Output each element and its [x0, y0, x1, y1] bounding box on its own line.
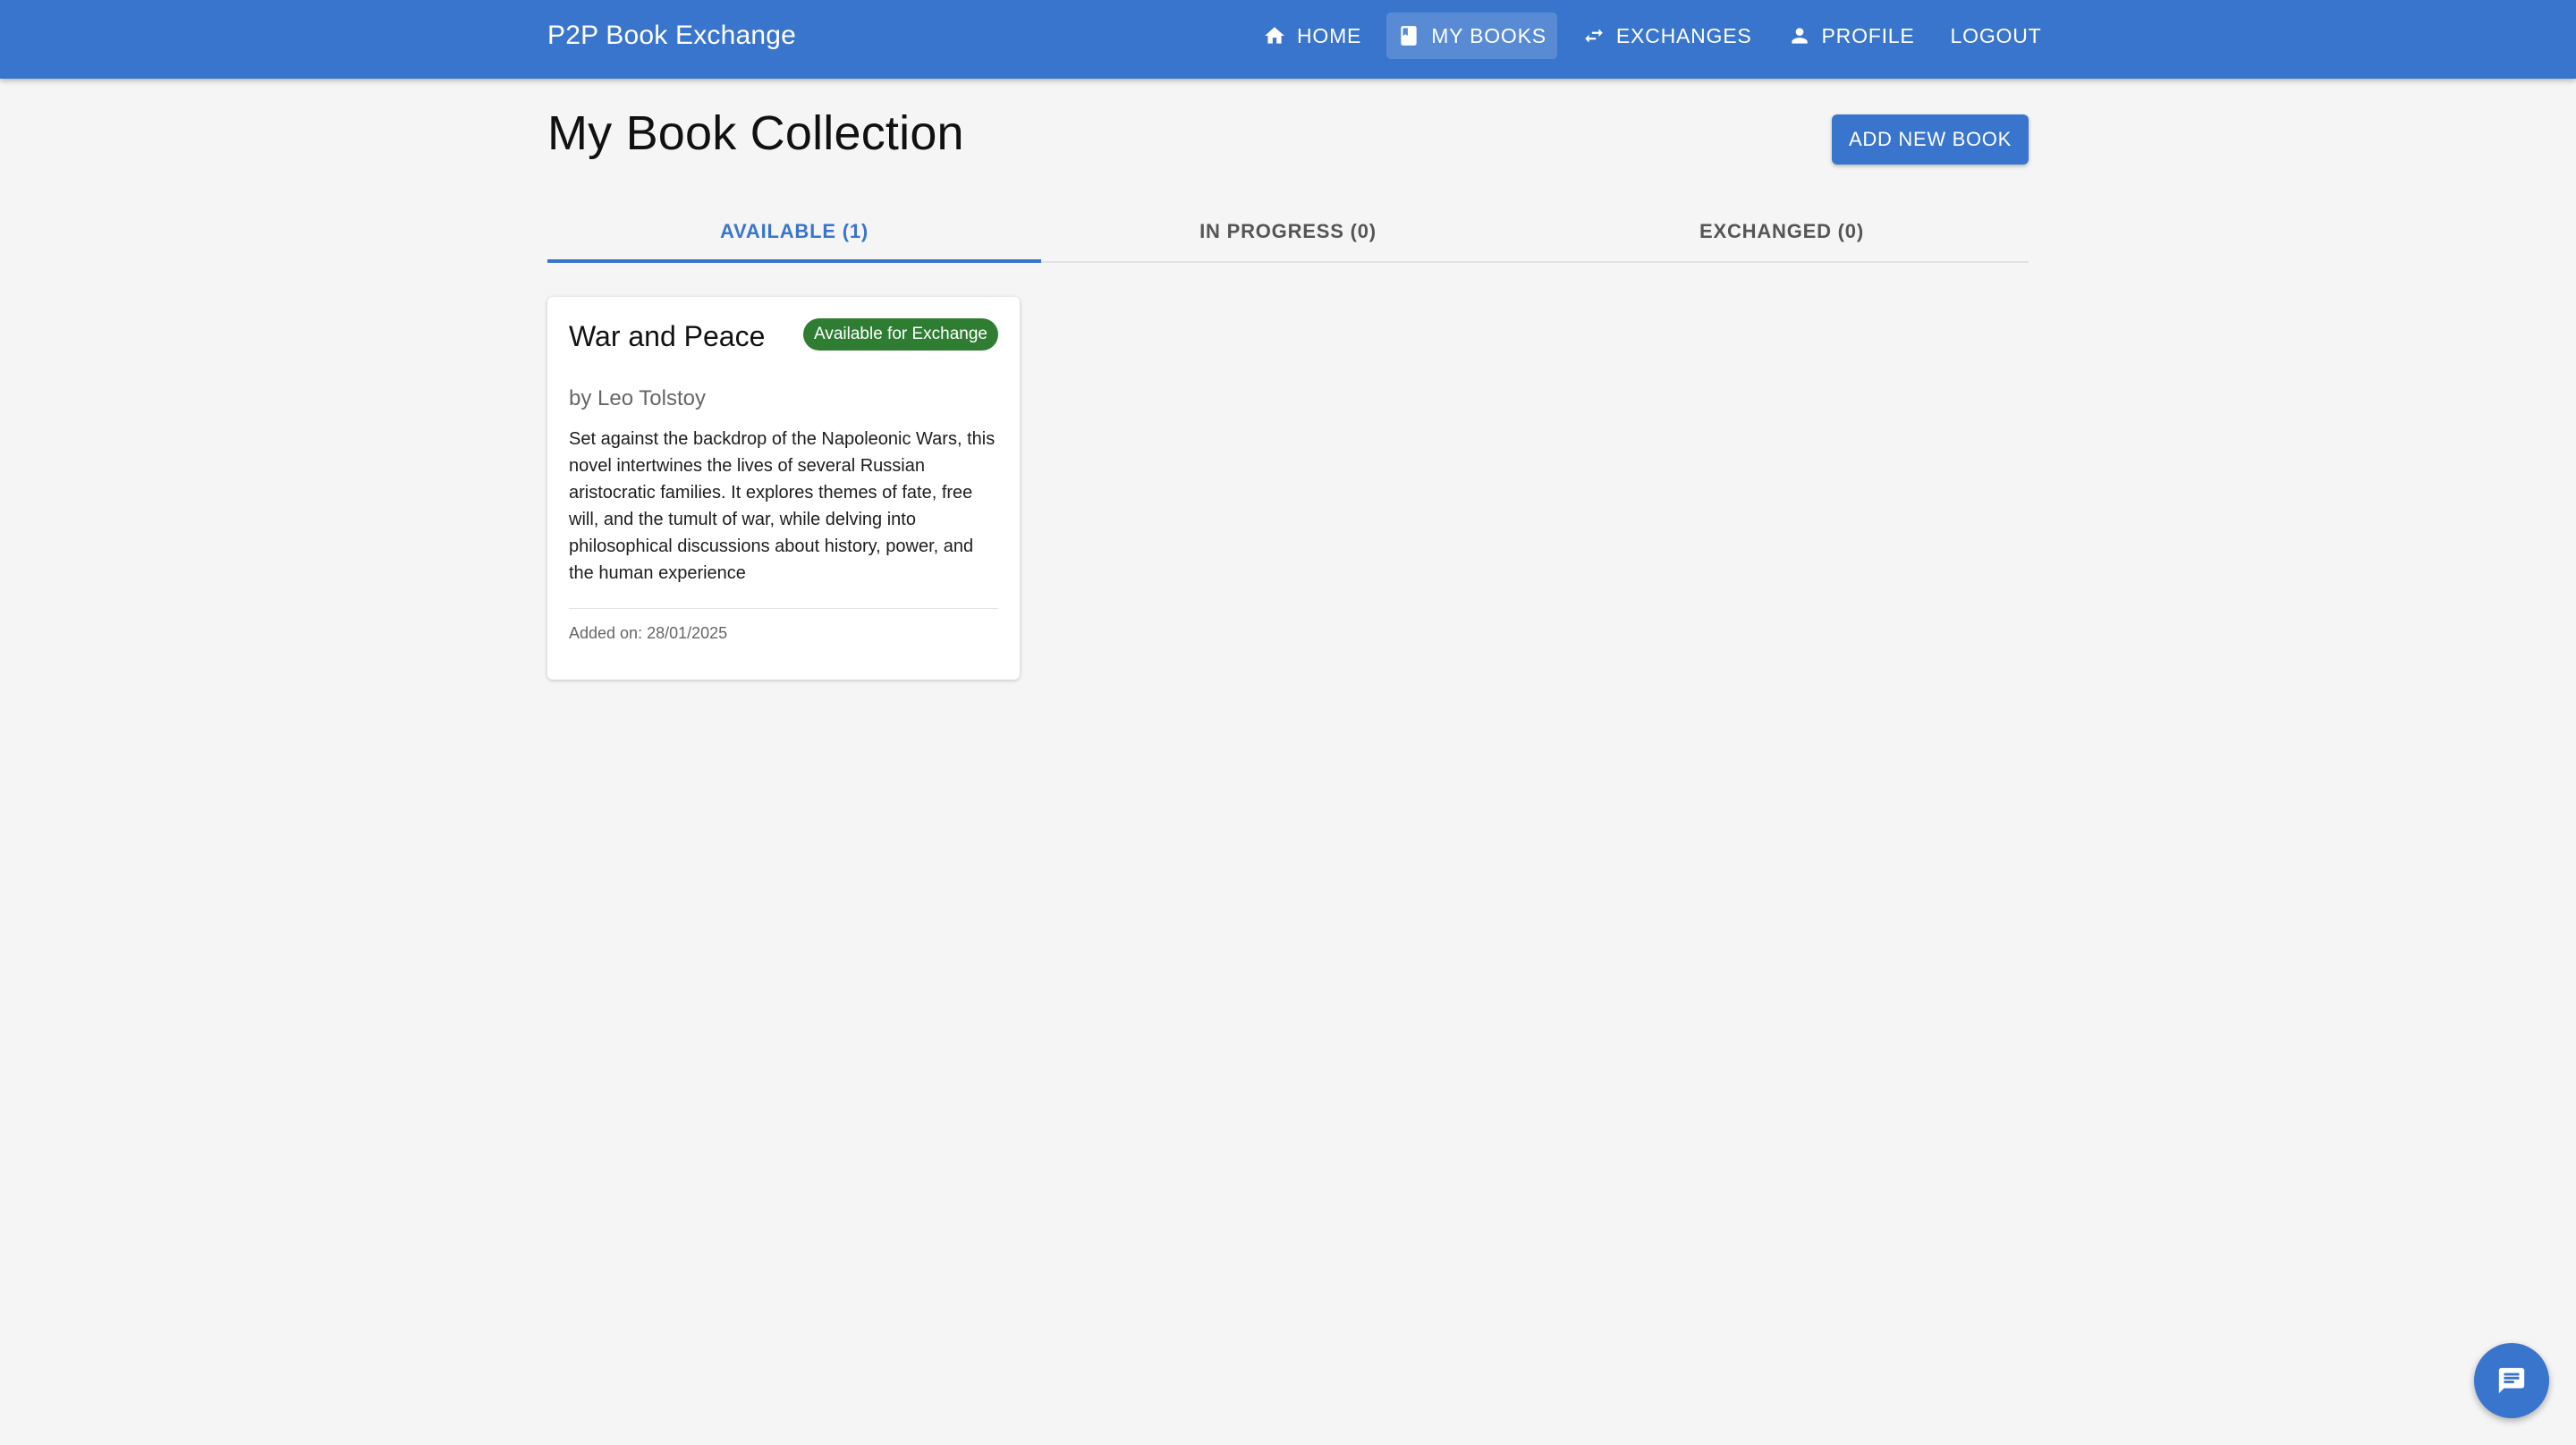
- tab-exchanged[interactable]: EXCHANGED (0): [1535, 202, 2029, 261]
- collection-tabs: AVAILABLE (1) IN PROGRESS (0) EXCHANGED …: [547, 202, 2029, 263]
- book-title: War and Peace: [569, 320, 766, 352]
- add-new-book-button[interactable]: ADD NEW BOOK: [1832, 114, 2029, 165]
- swap-arrows-icon: [1585, 29, 1603, 43]
- home-icon: [1265, 27, 1284, 44]
- book-card[interactable]: War and Peace Available for Exchange by …: [547, 297, 1020, 680]
- nav-logout-label: LOGOUT: [1950, 23, 2042, 47]
- nav-exchanges[interactable]: EXCHANGES: [1572, 13, 1763, 59]
- chat-button[interactable]: [2474, 1343, 2549, 1418]
- nav-logout[interactable]: LOGOUT: [1940, 13, 2053, 59]
- book-description: Set against the backdrop of the Napoleon…: [569, 429, 996, 583]
- page-title: My Book Collection: [547, 106, 964, 160]
- book-author: by Leo Tolstoy: [569, 386, 706, 410]
- chat-icon: [2498, 1367, 2525, 1394]
- app-bar: P2P Book Exchange HOME MY BOOKS EXCHANGE…: [0, 0, 2576, 79]
- top-nav: HOME MY BOOKS EXCHANGES PROFILE LOGOUT: [1252, 13, 2052, 59]
- nav-home-label: HOME: [1297, 23, 1362, 47]
- nav-profile[interactable]: PROFILE: [1777, 13, 1926, 59]
- tab-available[interactable]: AVAILABLE (1): [547, 202, 1041, 263]
- nav-exchanges-label: EXCHANGES: [1615, 23, 1752, 47]
- nav-my-books[interactable]: MY BOOKS: [1386, 13, 1557, 59]
- card-divider: [569, 608, 998, 609]
- app-title[interactable]: P2P Book Exchange: [547, 0, 796, 72]
- person-icon: [1791, 28, 1808, 44]
- nav-my-books-label: MY BOOKS: [1431, 23, 1546, 47]
- nav-home[interactable]: HOME: [1252, 13, 1372, 59]
- book-icon: [1401, 26, 1417, 46]
- tab-in-progress[interactable]: IN PROGRESS (0): [1041, 202, 1535, 261]
- status-badge: Available for Exchange: [803, 318, 998, 351]
- book-added-date: Added on: 28/01/2025: [569, 624, 728, 642]
- nav-profile-label: PROFILE: [1821, 23, 1915, 47]
